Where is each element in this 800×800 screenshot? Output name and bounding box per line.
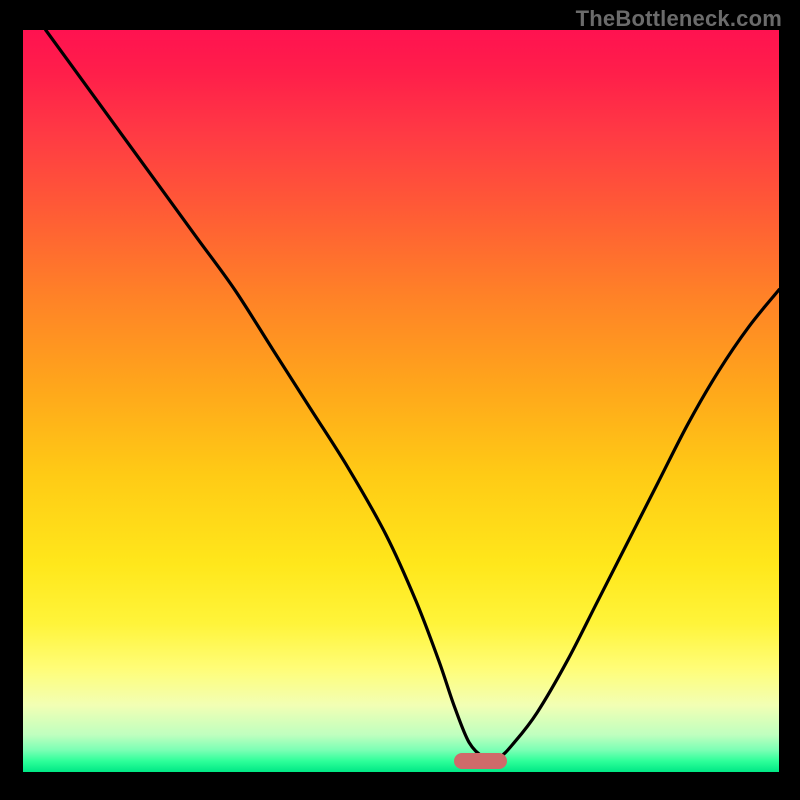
bottleneck-curve	[23, 30, 779, 772]
chart-frame: TheBottleneck.com	[0, 0, 800, 800]
watermark-text: TheBottleneck.com	[576, 6, 782, 32]
optimal-point-marker	[454, 753, 507, 769]
plot-area	[23, 30, 779, 772]
